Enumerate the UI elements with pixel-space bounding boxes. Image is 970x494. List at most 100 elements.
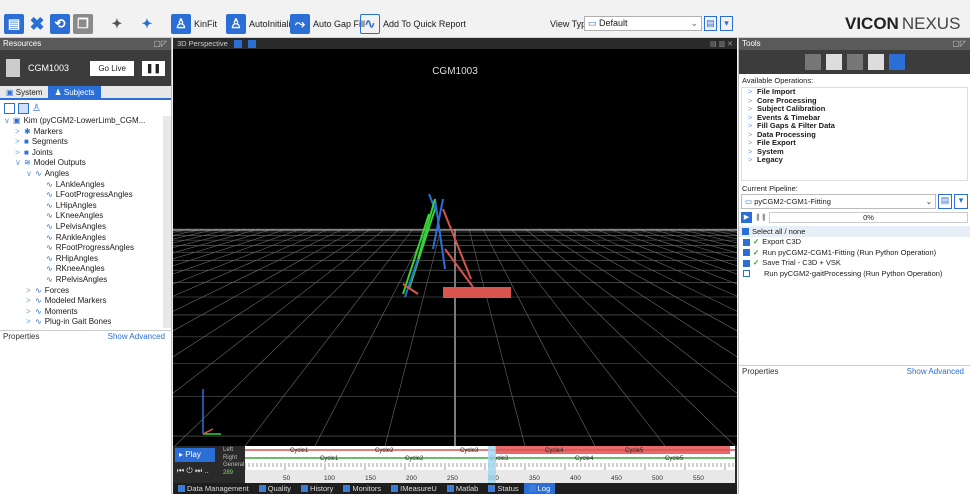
tree-item[interactable]: > ✱ Markers	[4, 127, 163, 138]
select-all-checkbox[interactable]	[742, 228, 749, 235]
layout-icons[interactable]: ▤ ▥ ✕	[710, 40, 733, 48]
chevron-right-icon[interactable]: >	[26, 307, 35, 318]
pipeline-step[interactable]: ✓ Export C3D	[743, 237, 970, 248]
golive-button[interactable]: Go Live	[90, 60, 134, 76]
step-checkbox[interactable]	[743, 270, 750, 278]
save-pipeline-button[interactable]: ▤	[938, 194, 952, 209]
tree-item[interactable]: ∿ LHipAngles	[4, 201, 163, 212]
chevron-right-icon[interactable]: >	[26, 296, 35, 307]
load-subject-icon[interactable]	[18, 102, 29, 114]
chevron-down-icon[interactable]: ∨	[15, 158, 24, 169]
tab-system-label: System	[15, 88, 43, 97]
pipeline-step[interactable]: ✓ Save Trial - C3D + VSK	[743, 258, 970, 269]
chevron-right-icon[interactable]: >	[26, 286, 35, 297]
select-all-row[interactable]: Select all / none	[739, 226, 970, 237]
chevron-right-icon[interactable]: >	[15, 127, 24, 138]
timebar[interactable]: ▸ Play ⏮ ⏻ ⏭ .. Left Right General 289 C…	[173, 446, 737, 483]
bottom-tab[interactable]: Monitors	[338, 483, 386, 494]
pipeline-menu-button[interactable]: ▾	[954, 194, 968, 209]
save-button[interactable]: ▤	[4, 13, 24, 35]
tree-item[interactable]: > ∿ Forces	[4, 286, 163, 297]
person-add-icon[interactable]: ♙	[32, 103, 41, 114]
pipeline-step[interactable]: Run pyCGM2-gaitProcessing (Run Python Op…	[743, 269, 970, 280]
view-menu-button[interactable]: ▾	[720, 16, 733, 31]
chevron-right-icon[interactable]: >	[15, 137, 24, 148]
camera-icon[interactable]	[233, 39, 242, 48]
tree-item[interactable]: ∿ LFootProgressAngles	[4, 190, 163, 201]
pause-button[interactable]: ❚❚	[141, 60, 165, 76]
close-button[interactable]: ✖	[27, 13, 47, 35]
tree-item[interactable]: ∨ ∿ Angles	[4, 169, 163, 180]
bottom-tab[interactable]: Data Management	[173, 483, 254, 494]
pipeline-select[interactable]: ▭ pyCGM2-CGM1-Fitting ⌄	[741, 194, 936, 209]
transport-controls[interactable]: ⏮ ⏻ ⏭ ..	[177, 466, 209, 476]
tree-item[interactable]: ∿ LKneeAngles	[4, 211, 163, 222]
tab-system[interactable]: ▣ System	[0, 86, 48, 98]
bottom-tab[interactable]: History	[296, 483, 338, 494]
tree-item[interactable]: ∿ RFootProgressAngles	[4, 243, 163, 254]
run-pipeline-button[interactable]: ▶	[741, 212, 752, 223]
new-subject-icon[interactable]	[4, 102, 15, 114]
autogap-button[interactable]: ⤳ Auto Gap Fill	[290, 13, 365, 35]
quickreport-button[interactable]: ∿ Add To Quick Report	[360, 13, 466, 35]
options-icon[interactable]	[247, 39, 256, 48]
save-view-button[interactable]: ▤	[704, 16, 717, 31]
tag-icon[interactable]	[867, 54, 884, 70]
bottom-tab[interactable]: Log	[523, 483, 556, 494]
tree-item[interactable]: > ∿ Modeled Markers	[4, 296, 163, 307]
kinfit-button[interactable]: ♙ KinFit	[171, 13, 217, 35]
operation-group[interactable]: > Legacy	[748, 155, 967, 165]
copy-button[interactable]: ❐	[73, 13, 93, 35]
autoinit-button[interactable]: ♙ AutoInitialize	[226, 13, 300, 35]
tree-node-icon: ∿	[46, 264, 53, 274]
tree-item[interactable]: ∨ ▣ Kim (pyCGM2-LowerLimb_CGM...	[4, 116, 163, 127]
chevron-down-icon[interactable]: ∨	[4, 116, 13, 127]
autogap-icon: ⤳	[290, 14, 310, 34]
panel-options-icon[interactable]: ▢◸	[952, 38, 970, 50]
brand-logo: VICON NEXUS	[845, 13, 960, 35]
tree-item[interactable]: > ■ Joints	[4, 148, 163, 159]
step-label: Run pyCGM2-CGM1-Fitting (Run Python Oper…	[762, 247, 937, 257]
view-tab-3d[interactable]: 3D Perspective	[177, 39, 228, 48]
play-button[interactable]: ▸ Play	[175, 448, 215, 462]
step-checkbox[interactable]	[743, 259, 750, 267]
step-checkbox[interactable]	[743, 238, 750, 246]
step-checkbox[interactable]	[743, 249, 750, 257]
tree-item[interactable]: > ∿ Plug-in Gait Bones	[4, 317, 163, 328]
tree-item[interactable]: ∿ RHipAngles	[4, 254, 163, 265]
gear-icon[interactable]	[888, 54, 905, 70]
tree-item[interactable]: > ■ Segments	[4, 137, 163, 148]
viewtype-select[interactable]: ▭ Default ⌄	[584, 16, 702, 31]
bottom-tab[interactable]: Quality	[254, 483, 296, 494]
subject-tool-button[interactable]: ✦	[107, 13, 127, 35]
timeline-track[interactable]: Cycle1 Cycle2 Cycle3 Cycle4 Cycle5 Cycle1 Cycl…	[245, 446, 735, 483]
tab-subjects[interactable]: ♟ Subjects	[48, 86, 101, 98]
tools-show-advanced-link[interactable]: Show Advanced	[907, 366, 964, 377]
pipeline-step[interactable]: ✓ Run pyCGM2-CGM1-Fitting (Run Python Ope…	[743, 248, 970, 259]
tree-item[interactable]: ∿ RAnkleAngles	[4, 233, 163, 244]
chevron-down-icon[interactable]: ∨	[26, 169, 35, 180]
playhead[interactable]	[488, 446, 496, 483]
tree-item[interactable]: ∿ RPelvisAngles	[4, 275, 163, 286]
pause-pipeline-button[interactable]: ❚❚	[755, 212, 767, 223]
bottom-tab[interactable]: Status	[483, 483, 523, 494]
tree-item[interactable]: > ∿ Moments	[4, 307, 163, 318]
tab-icon	[391, 485, 399, 492]
brush-icon[interactable]	[846, 54, 863, 70]
chevron-right-icon[interactable]: >	[15, 148, 24, 159]
chevron-right-icon[interactable]: >	[26, 317, 35, 328]
show-advanced-link[interactable]: Show Advanced	[108, 331, 165, 342]
bottom-tab[interactable]: Matlab	[442, 483, 484, 494]
tree-item[interactable]: ∨ ≋ Model Outputs	[4, 158, 163, 169]
subject-tool2-button[interactable]: ✦	[137, 13, 157, 35]
gear-gray-icon[interactable]	[804, 54, 821, 70]
panel-options-icon[interactable]: ▢◸	[153, 38, 171, 50]
tree-item-label: Markers	[33, 126, 63, 136]
reload-button[interactable]: ⟲	[50, 13, 70, 35]
3d-viewport[interactable]: 3D Perspective ▤ ▥ ✕ CGM1003	[173, 38, 737, 446]
tree-item[interactable]: ∿ LAnkleAngles	[4, 180, 163, 191]
tree-item[interactable]: ∿ LPelvisAngles	[4, 222, 163, 233]
tree-item[interactable]: ∿ RKneeAngles	[4, 264, 163, 275]
person-icon[interactable]	[825, 54, 842, 70]
bottom-tab[interactable]: IMeasureU	[386, 483, 442, 494]
